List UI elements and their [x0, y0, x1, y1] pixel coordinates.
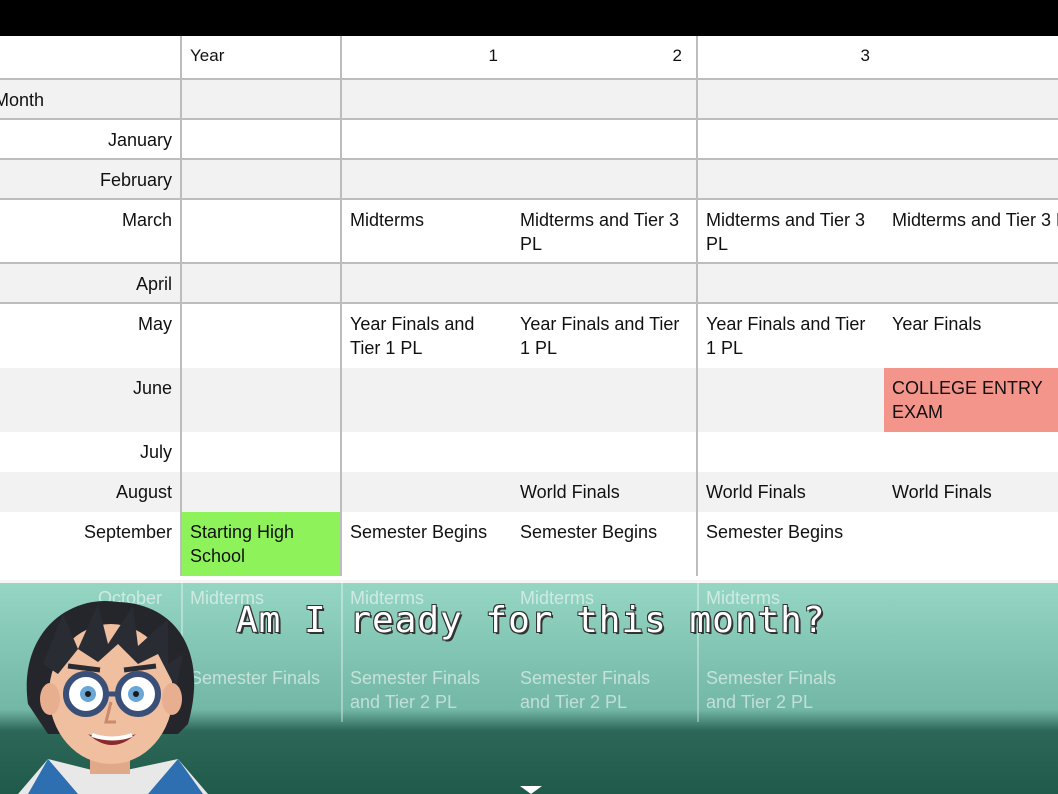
y4-cell [884, 120, 1058, 158]
ghost-nov-y2: Semester Finals and Tier 2 PL [520, 668, 651, 712]
year-3-header: 3 [860, 46, 870, 65]
college-entry-exam-cell: COLLEGE ENTRY EXAM [884, 368, 1058, 432]
month-label: January [0, 120, 182, 158]
month-row-march: March Midterms Midterms and Tier 3 PL Mi… [0, 200, 1058, 264]
month-label: February [0, 160, 182, 198]
year-1-header: 1 [488, 46, 498, 65]
empty-cell [512, 80, 698, 118]
y3-cell: Semester Begins [706, 522, 844, 542]
header-row: Year 1 2 3 4 [0, 36, 1058, 80]
month-label: July [0, 432, 182, 472]
y4-cell [884, 512, 1058, 576]
empty-cell [182, 80, 342, 118]
y1-cell [342, 264, 512, 302]
month-row-january: January [0, 120, 1058, 160]
y1-cell: Year Finals and Tier 1 PL [350, 314, 475, 358]
y2-cell [512, 160, 698, 198]
y2-cell: Semester Begins [512, 512, 698, 576]
month-row-april: April [0, 264, 1058, 304]
continue-arrow-icon[interactable] [520, 786, 542, 794]
y3-cell: Year Finals and Tier 1 PL [706, 314, 866, 358]
month-row-september: September Starting High School Semester … [0, 512, 1058, 576]
year-cell [182, 200, 342, 262]
y2-cell: Midterms and Tier 3 PL [512, 200, 698, 262]
year-2-header: 2 [512, 36, 698, 78]
year-cell [182, 264, 342, 302]
y1-cell: Midterms [350, 210, 425, 230]
year-cell [182, 304, 342, 368]
y2-cell [512, 432, 698, 472]
character-portrait [18, 600, 208, 794]
year-cell [182, 368, 342, 432]
month-label: March [0, 200, 182, 262]
ghost-nov-y1: Semester Finals and Tier 2 PL [350, 668, 481, 712]
year-cell [182, 120, 342, 158]
y4-cell: Year Finals [892, 314, 982, 334]
month-row-february: February [0, 160, 1058, 200]
y1-cell: Semester Begins [350, 522, 488, 542]
ghost-nov-y3: Semester Finals and Tier 2 PL [706, 668, 837, 712]
y1-cell [342, 120, 512, 158]
month-label: May [0, 304, 182, 368]
year-4-header: 4 [884, 36, 1058, 78]
y4-cell [884, 160, 1058, 198]
y3-cell [698, 432, 884, 472]
starting-high-school-cell: Starting High School [182, 512, 342, 576]
y3-cell: Midterms and Tier 3 PL [706, 210, 866, 254]
y4-cell [884, 264, 1058, 302]
month-row-august: August World Finals World Finals World F… [0, 472, 1058, 512]
month-label: August [0, 472, 182, 512]
year-cell [182, 472, 342, 512]
empty-cell [698, 80, 884, 118]
y3-cell [698, 368, 884, 432]
month-label: September [0, 512, 182, 576]
y1-cell [342, 432, 512, 472]
y3-cell: World Finals [706, 482, 806, 502]
year-cell [182, 432, 342, 472]
month-label: June [0, 368, 182, 432]
year-header: Year [182, 36, 342, 78]
month-label: April [0, 264, 182, 302]
y1-cell [342, 472, 512, 512]
corner-cell [0, 36, 182, 78]
empty-cell [342, 80, 512, 118]
top-letterbox [0, 0, 1058, 36]
y3-cell [698, 160, 884, 198]
y2-cell: Year Finals and Tier 1 PL [512, 304, 698, 368]
month-header: Month [0, 80, 182, 118]
y1-cell [342, 368, 512, 432]
month-row-may: May Year Finals and Tier 1 PL Year Final… [0, 304, 1058, 368]
y2-cell [512, 120, 698, 158]
dialogue-text: Am I ready for this month? [236, 600, 826, 641]
y4-cell [884, 432, 1058, 472]
y3-cell [698, 120, 884, 158]
month-row-june: June COLLEGE ENTRY EXAM [0, 368, 1058, 432]
y2-cell: World Finals [512, 472, 698, 512]
y2-cell [512, 264, 698, 302]
y1-cell [342, 160, 512, 198]
empty-cell [884, 80, 1058, 118]
y4-cell: Midterms and Tier 3 PL [892, 210, 1058, 230]
month-header-row: Month [0, 80, 1058, 120]
y2-cell [512, 368, 698, 432]
y4-cell: World Finals [892, 482, 992, 502]
month-row-july: July [0, 432, 1058, 472]
y3-cell [698, 264, 884, 302]
year-cell [182, 160, 342, 198]
